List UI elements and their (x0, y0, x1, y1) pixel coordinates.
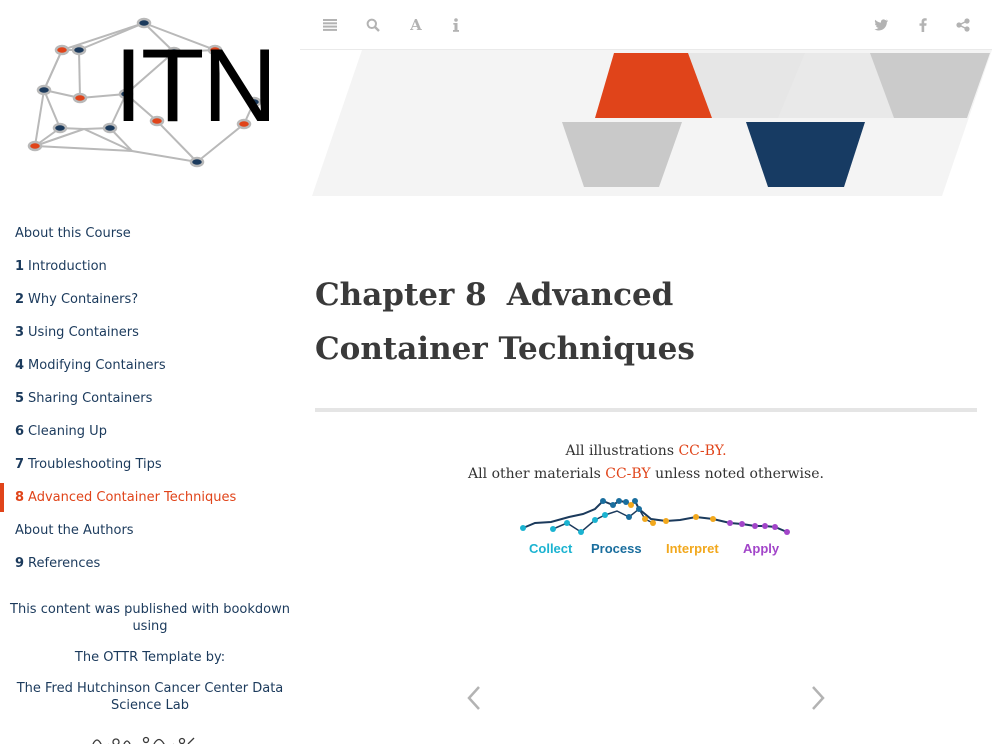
stage-interpret: Interpret (666, 541, 719, 556)
pipeline-dot (520, 525, 526, 531)
pipeline-dot (616, 498, 622, 504)
toc-item-label: Modifying Containers (28, 358, 166, 373)
pipeline-dot (710, 516, 716, 522)
stage-process: Process (591, 541, 642, 556)
pipeline-dot (772, 524, 778, 530)
materials-license: All other materials CC-BY unless noted o… (315, 464, 977, 484)
pipeline-dot (784, 529, 790, 535)
toc-item-number: 5 (15, 391, 25, 406)
toc-item-number: 2 (15, 292, 25, 307)
pipeline-dot (663, 518, 669, 524)
next-page-chevron-icon[interactable] (808, 683, 828, 713)
toc-item-label: About this Course (15, 226, 131, 241)
pipeline-dot (623, 499, 629, 505)
pipeline-dot (578, 529, 584, 535)
pipeline-dot (752, 523, 758, 529)
pipeline-dot (592, 517, 598, 523)
toc-item-label: References (28, 556, 101, 571)
license-text: All illustrations (565, 443, 679, 459)
toc-item[interactable]: 8 Advanced Container Techniques (0, 481, 300, 514)
toc-item[interactable]: 7 Troubleshooting Tips (0, 448, 300, 481)
toc-item-label: Why Containers? (28, 292, 139, 307)
fred-hutch-logo-icon (92, 736, 195, 744)
facebook-icon[interactable] (912, 14, 934, 36)
pipeline-dot (628, 502, 634, 508)
license-suffix: unless noted otherwise. (650, 466, 824, 482)
pipeline-dot (650, 520, 656, 526)
search-icon[interactable] (362, 14, 384, 36)
toc-item[interactable]: 4 Modifying Containers (0, 349, 300, 382)
toc-item-label: Using Containers (28, 325, 139, 340)
cc-by-link[interactable]: CC-BY (605, 466, 650, 482)
pipeline-dot (636, 506, 642, 512)
cc-by-link[interactable]: CC-BY. (678, 443, 726, 459)
dasl-lab-note[interactable]: The Fred Hutchinson Cancer Center Data S… (0, 680, 300, 714)
pipeline-dot (600, 498, 606, 504)
pipeline-dot (610, 502, 616, 508)
share-icon[interactable] (952, 14, 974, 36)
stage-collect: Collect (529, 541, 573, 556)
sidebar-toggle-icon[interactable] (319, 14, 341, 36)
pipeline-dot (642, 516, 648, 522)
toc-item[interactable]: 9 References (0, 547, 300, 580)
previous-page-chevron-icon[interactable] (464, 683, 484, 713)
toc-item-number: 9 (15, 556, 25, 571)
info-icon[interactable] (445, 14, 467, 36)
toc-item[interactable]: 1 Introduction (0, 250, 300, 283)
data-pipeline-graphic: Collect Process Interpret Apply (520, 498, 790, 556)
license-text: All other materials (468, 466, 606, 482)
toc-item-number: 8 (15, 490, 25, 505)
pipeline-dot (564, 520, 570, 526)
toc-item-label: About the Authors (15, 523, 134, 538)
toc-item-label: Troubleshooting Tips (28, 457, 162, 472)
pipeline-dot (762, 523, 768, 529)
pipeline-dot (693, 514, 699, 520)
table-of-contents: About this Course 1 Introduction 2 Why Conta… (0, 217, 300, 580)
itn-logo[interactable]: ITN (22, 14, 278, 174)
title-divider (315, 408, 977, 412)
toc-item[interactable]: About this Course (0, 217, 300, 250)
toc-item-number: 3 (15, 325, 25, 340)
logo-text: ITN (114, 28, 278, 144)
sidebar: ITN About this Course 1 Introduction 2 Why C… (0, 0, 300, 744)
toc-item[interactable]: 2 Why Containers? (0, 283, 300, 316)
pipeline-dot (739, 521, 745, 527)
pipeline-dot (727, 520, 733, 526)
toc-item[interactable]: 6 Cleaning Up (0, 415, 300, 448)
pipeline-dot (626, 514, 632, 520)
chapter-title: Chapter 8 Advanced Container Techniques (315, 268, 835, 376)
banner-graphic-icon (312, 50, 992, 196)
toc-item-label: Advanced Container Techniques (28, 490, 237, 505)
toc-item-label: Cleaning Up (28, 424, 107, 439)
book-toolbar: A (300, 0, 992, 50)
pipeline-dot (602, 512, 608, 518)
toc-item-label: Introduction (28, 259, 107, 274)
ottr-template-note[interactable]: The OTTR Template by: (0, 649, 300, 666)
toc-item[interactable]: About the Authors (0, 514, 300, 547)
toc-item-number: 1 (15, 259, 25, 274)
bookdown-note[interactable]: This content was published with bookdown… (0, 601, 300, 635)
font-settings-icon[interactable]: A (405, 14, 427, 36)
toc-item-label: Sharing Containers (28, 391, 153, 406)
pipeline-dot (550, 526, 556, 532)
toc-item-number: 7 (15, 457, 25, 472)
toc-item-number: 6 (15, 424, 25, 439)
toc-item-number: 4 (15, 358, 25, 373)
course-banner (312, 50, 992, 196)
twitter-icon[interactable] (870, 14, 892, 36)
toc-item[interactable]: 5 Sharing Containers (0, 382, 300, 415)
illustrations-license: All illustrations CC-BY. (315, 441, 977, 461)
toc-item[interactable]: 3 Using Containers (0, 316, 300, 349)
chapter-number: Chapter 8 (315, 277, 487, 313)
stage-apply: Apply (743, 541, 780, 556)
